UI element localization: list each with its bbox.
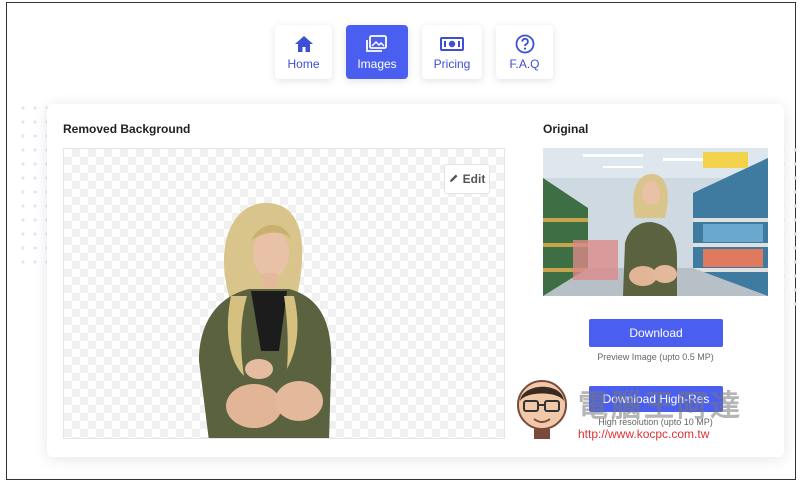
- banknote-icon: [440, 34, 464, 54]
- pencil-icon: [449, 172, 459, 186]
- download-button[interactable]: Download: [589, 319, 723, 347]
- removed-background-title: Removed Background: [63, 122, 191, 136]
- download-high-res-button[interactable]: Download High-Res: [589, 386, 723, 412]
- nav-label: Pricing: [433, 56, 471, 71]
- nav-label: Home: [287, 56, 320, 71]
- nav-home-button[interactable]: Home: [275, 25, 332, 79]
- question-circle-icon: [515, 34, 535, 54]
- edit-button[interactable]: Edit: [444, 164, 490, 194]
- page-frame: Home Images Pricing F.A.Q Removed Backgr…: [6, 2, 800, 480]
- removed-background-preview: Edit: [63, 148, 505, 439]
- original-title: Original: [543, 122, 589, 136]
- nav-faq-button[interactable]: F.A.Q: [496, 25, 553, 79]
- original-image: [543, 148, 768, 296]
- images-icon: [366, 34, 388, 54]
- edit-label: Edit: [462, 172, 486, 186]
- subject-cutout-image: [199, 202, 332, 438]
- nav-label: Images: [357, 56, 397, 71]
- nav-label: F.A.Q: [509, 56, 540, 71]
- home-icon: [294, 34, 314, 54]
- result-card: Removed Background Original Edit Downloa…: [47, 104, 784, 457]
- nav-pricing-button[interactable]: Pricing: [422, 25, 482, 79]
- nav-images-button[interactable]: Images: [346, 25, 408, 79]
- high-res-note: High resolution (upto 10 MP): [598, 417, 713, 427]
- preview-image-note: Preview Image (upto 0.5 MP): [597, 352, 714, 362]
- top-nav: Home Images Pricing F.A.Q: [275, 25, 553, 79]
